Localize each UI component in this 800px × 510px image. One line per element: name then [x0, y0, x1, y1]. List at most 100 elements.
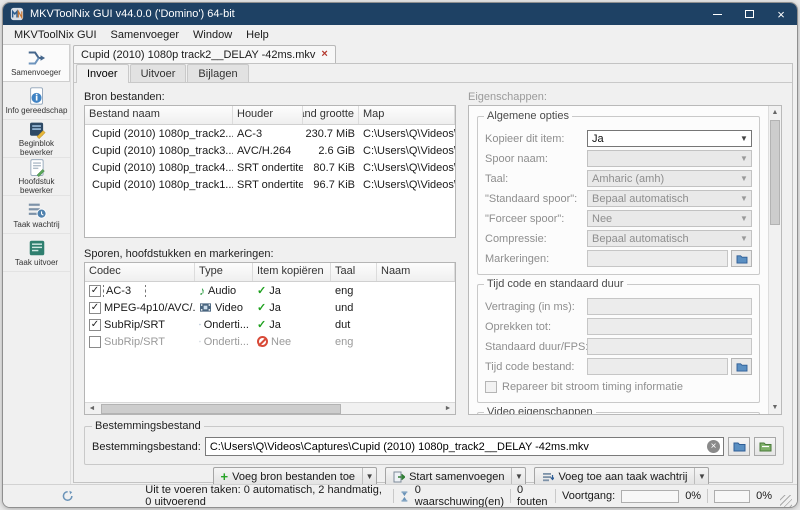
track-copy: Nee [271, 335, 292, 348]
source-dir: C:\Users\Q\Videos\Captures [363, 144, 455, 157]
tags-file-field[interactable] [587, 250, 728, 267]
title-bar[interactable]: MKVToolNix GUI v44.0.0 ('Domino') 64-bit… [3, 3, 797, 25]
file-tab[interactable]: Cupid (2010) 1080p track2__DELAY -42ms.m… [73, 45, 336, 63]
menu-window[interactable]: Window [186, 27, 239, 43]
default-track-select[interactable]: Bepaal automatisch ▼ [587, 190, 752, 207]
properties-scroll-area: Algemene opties Kopieer dit item: Ja ▼ Sp… [469, 106, 768, 414]
separator [509, 489, 511, 503]
track-row[interactable]: SubRip/SRT Onderti... ✓Ja dut [85, 316, 455, 333]
col-taal[interactable]: Taal [331, 263, 377, 281]
chevron-down-icon[interactable]: ▼ [362, 468, 376, 485]
tab-invoer[interactable]: Invoer [76, 64, 129, 83]
col-bestand-grootte[interactable]: Bestand grootte [303, 106, 359, 124]
stretch-field[interactable] [587, 318, 752, 335]
track-checkbox[interactable] [89, 335, 101, 348]
track-copy: Ja [269, 284, 281, 297]
video-properties-group: Video eigenschappen [477, 406, 760, 414]
source-container: AVC/H.264 [237, 144, 292, 157]
destination-file-input[interactable] [204, 437, 724, 456]
menu-help[interactable]: Help [239, 27, 276, 43]
tracks-horizontal-scrollbar[interactable]: ◄ ► [85, 402, 455, 414]
open-destination-folder-button[interactable] [754, 437, 776, 456]
track-row[interactable]: MPEG-4p10/AVC/... Video ✓Ja und [85, 299, 455, 316]
col-item-kopieren[interactable]: Item kopiëren [253, 263, 331, 281]
tab-close-icon[interactable]: × [321, 49, 327, 60]
file-tab-title: Cupid (2010) 1080p track2__DELAY -42ms.m… [81, 48, 316, 61]
col-map[interactable]: Map [359, 106, 455, 124]
track-row[interactable]: AC-3 ♪Audio ✓Ja eng [85, 282, 455, 299]
general-options-group: Algemene opties Kopieer dit item: Ja ▼ Sp… [477, 110, 760, 275]
properties-vertical-scrollbar[interactable]: ▲ ▼ [768, 106, 781, 414]
checkbox-label: Repareer bit stroom timing informatie [502, 380, 683, 393]
menu-samenvoeger[interactable]: Samenvoeger [104, 27, 187, 43]
sidebar-item-samenvoeger[interactable]: Samenvoeger [3, 44, 70, 82]
minimize-button[interactable] [701, 3, 733, 25]
sidebar-item-taak-uitvoer[interactable]: Taak uitvoer [3, 234, 70, 272]
resize-grip[interactable] [780, 495, 792, 507]
sidebar-item-info-gereedschap[interactable]: Info gereedschap [3, 82, 70, 120]
job-output-icon [29, 240, 44, 256]
compression-select[interactable]: Bepaal automatisch ▼ [587, 230, 752, 247]
chevron-down-icon[interactable]: ▼ [694, 468, 708, 485]
default-duration-field[interactable] [587, 338, 752, 355]
fix-timing-checkbox[interactable] [485, 380, 497, 393]
current-job-progress-bar [621, 489, 680, 503]
select-value: Ja [592, 132, 604, 145]
scrollbar-thumb[interactable] [770, 120, 780, 225]
sidebar-item-hoofdstuk-bewerker[interactable]: Hoofdstuk bewerker [3, 158, 70, 196]
main-area: Samenvoeger Info gereedschap Beginblok b… [3, 44, 797, 486]
track-checkbox[interactable] [89, 318, 101, 331]
separator [392, 489, 394, 503]
source-row[interactable]: Cupid (2010) 1080p_track3... AVC/H.264 2… [85, 142, 455, 159]
col-naam[interactable]: Naam [377, 263, 455, 281]
source-row[interactable]: Cupid (2010) 1080p_track4... SRT onderti… [85, 159, 455, 176]
browse-tags-button[interactable] [731, 250, 752, 267]
chevron-down-icon[interactable]: ▼ [511, 468, 525, 485]
timecode-file-field[interactable] [587, 358, 728, 375]
field-label: Taal: [485, 172, 509, 185]
tracks-table[interactable]: Codec Type Item kopiëren Taal Naam AC-3 … [84, 262, 456, 415]
maximize-button[interactable] [733, 3, 765, 25]
source-container: AC-3 [237, 127, 263, 140]
source-row[interactable]: Cupid (2010) 1080p_track2... AC-3 230.7 … [85, 125, 455, 142]
subtitles-icon [199, 323, 201, 326]
track-checkbox[interactable] [89, 301, 101, 314]
window-controls: × [701, 3, 797, 25]
copy-item-select[interactable]: Ja ▼ [587, 130, 752, 147]
language-select[interactable]: Amharic (amh) ▼ [587, 170, 752, 187]
menu-mkvtoolnix-gui[interactable]: MKVToolNix GUI [7, 27, 104, 43]
scroll-left-icon[interactable]: ◄ [85, 405, 99, 412]
close-button[interactable]: × [765, 3, 797, 25]
col-houder[interactable]: Houder [233, 106, 303, 124]
track-row[interactable]: SubRip/SRT Onderti... Nee eng [85, 333, 455, 350]
source-row[interactable]: Cupid (2010) 1080p_track1... SRT onderti… [85, 176, 455, 193]
plus-icon: + [220, 469, 229, 484]
clear-icon[interactable]: × [707, 440, 720, 453]
scrollbar-thumb[interactable] [101, 403, 341, 414]
track-codec: MPEG-4p10/AVC/... [104, 301, 195, 314]
browse-destination-button[interactable] [728, 437, 750, 456]
source-table-header: Bestand naam Houder Bestand grootte Map [85, 106, 455, 125]
separator [707, 489, 709, 503]
track-type: Onderti... [203, 318, 249, 331]
sidebar-item-taak-wachtrij[interactable]: Taak wachtrij [3, 196, 70, 234]
scroll-down-icon[interactable]: ▼ [769, 401, 781, 414]
tab-bijlagen[interactable]: Bijlagen [187, 64, 249, 82]
browse-timecode-button[interactable] [731, 358, 752, 375]
col-bestand-naam[interactable]: Bestand naam [85, 106, 233, 124]
forced-track-select[interactable]: Nee ▼ [587, 210, 752, 227]
tab-uitvoer[interactable]: Uitvoer [129, 64, 187, 82]
track-codec: SubRip/SRT [104, 335, 165, 348]
col-type[interactable]: Type [195, 263, 253, 281]
track-type: Video [215, 301, 243, 314]
sidebar-item-beginblok-bewerker[interactable]: Beginblok bewerker [3, 120, 70, 158]
source-files-table[interactable]: Bestand naam Houder Bestand grootte Map … [84, 105, 456, 238]
app-window: MKVToolNix GUI v44.0.0 ('Domino') 64-bit… [2, 2, 798, 508]
track-name-select[interactable]: ▼ [587, 150, 752, 167]
scroll-up-icon[interactable]: ▲ [769, 106, 781, 119]
col-codec[interactable]: Codec [85, 263, 195, 281]
destination-label: Bestemmingsbestand: [92, 440, 201, 453]
scroll-right-icon[interactable]: ► [441, 405, 455, 412]
delay-field[interactable] [587, 298, 752, 315]
track-checkbox[interactable] [89, 284, 101, 297]
